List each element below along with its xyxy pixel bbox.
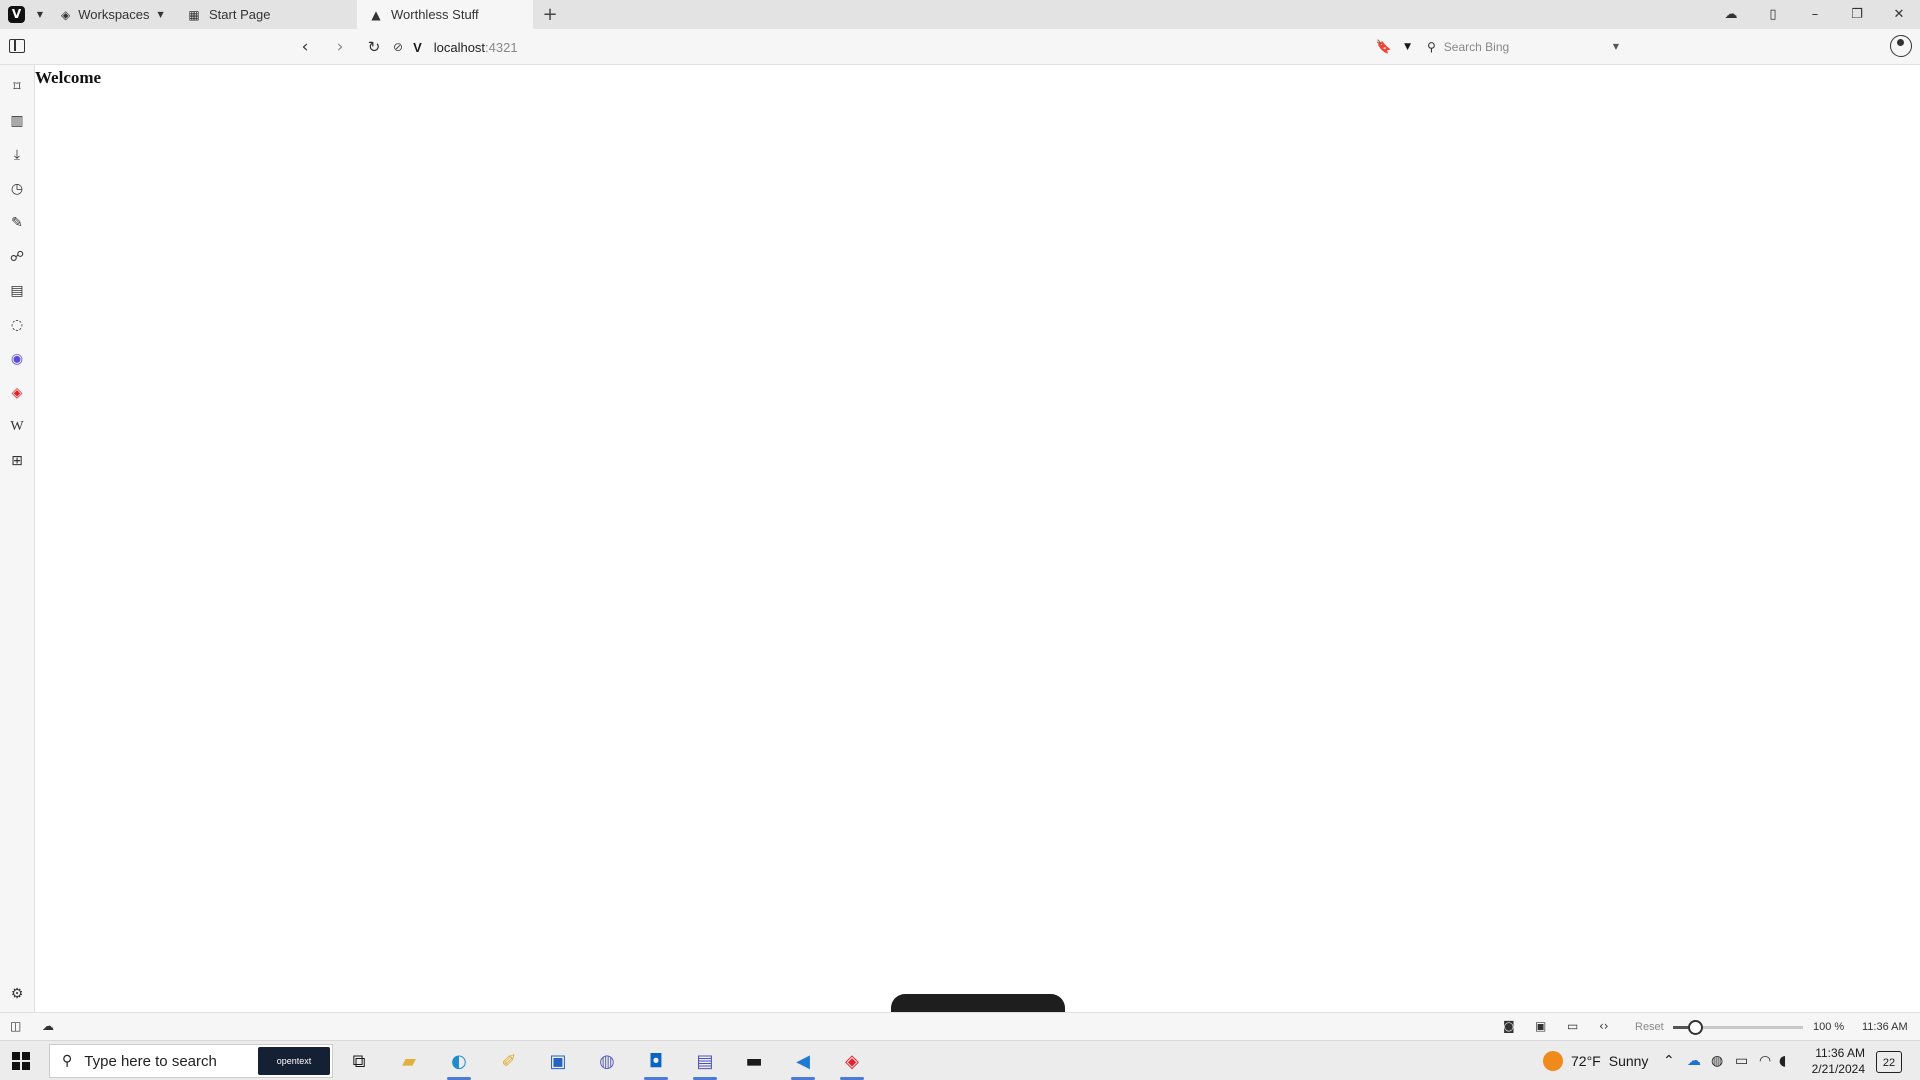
weather-widget[interactable]: 72°F Sunny <box>1543 1051 1648 1071</box>
reload-button[interactable]: ↻ <box>362 35 386 59</box>
cloud-sync-icon[interactable]: ☁ <box>1710 7 1752 22</box>
status-clock: 11:36 AM <box>1862 1021 1908 1033</box>
store-icon[interactable]: ▣ <box>538 1046 578 1076</box>
tab-label: Start Page <box>209 7 271 22</box>
vivaldi-badge-icon: V <box>413 39 422 55</box>
forward-button[interactable]: › <box>328 35 352 59</box>
chat-icon[interactable]: ◌ <box>6 314 28 336</box>
tab-worthless-stuff[interactable]: ▲ Worthless Stuff <box>357 0 533 29</box>
zoom-slider[interactable] <box>1673 1020 1803 1035</box>
floating-toolbar[interactable] <box>891 994 1065 1014</box>
taskbar-search-placeholder: Type here to search <box>84 1052 217 1070</box>
tab-start-page[interactable]: ▦ Start Page <box>175 0 351 29</box>
panel-toggle-icon[interactable] <box>9 39 25 53</box>
status-bar: ◫ ☁ ◙ ▣ ▭ ‹› Reset 100 % 11:36 AM <box>0 1012 1920 1040</box>
code-icon[interactable]: ‹› <box>1599 1019 1609 1033</box>
tab-strip: V ▼ ◈ Workspaces ▼ ▦ Start Page ▲ Worthl… <box>0 0 1920 29</box>
reading-list-icon[interactable]: ▥ <box>6 110 28 132</box>
trash-icon[interactable]: ▯ <box>1752 7 1794 22</box>
settings-gear-icon[interactable]: ⚙ <box>6 983 28 1005</box>
url-host: localhost <box>433 39 486 55</box>
chevron-down-icon: ▼ <box>157 10 164 19</box>
site-security-icon[interactable]: ⊘ <box>393 40 403 54</box>
notification-center-icon[interactable]: 22 <box>1876 1051 1902 1073</box>
history-icon[interactable]: ◷ <box>6 178 28 200</box>
network-globe-icon[interactable]: ◍ <box>1711 1053 1723 1069</box>
rocket-icon: ▲ <box>371 7 381 22</box>
sun-icon <box>1543 1051 1563 1071</box>
weather-desc: Sunny <box>1608 1053 1649 1069</box>
layers-icon: ◈ <box>61 7 71 22</box>
wifi-icon[interactable]: ◠ <box>1759 1053 1771 1069</box>
calendar-icon[interactable]: ▤ <box>6 280 28 302</box>
profile-avatar-icon[interactable] <box>1890 35 1912 57</box>
search-highlight-badge[interactable]: opentext <box>258 1047 330 1075</box>
address-toolbar: ‹ › ↻ ⊘ V localhost :4321 🔖 ▼ ⚲ Search B… <box>0 29 1920 65</box>
wikipedia-icon[interactable]: W <box>6 416 28 438</box>
terminal-icon[interactable]: ▬ <box>734 1046 774 1076</box>
vivaldi-icon[interactable]: ◈ <box>832 1046 872 1080</box>
outlook-icon[interactable]: ◘ <box>636 1046 676 1080</box>
clock-date: 2/21/2024 <box>1811 1062 1865 1076</box>
vivaldi-logo-icon: V <box>8 6 25 23</box>
downloads-icon[interactable]: ⤓ <box>6 144 28 166</box>
bookmark-icon[interactable]: 🔖 <box>1376 40 1392 55</box>
file-explorer-icon[interactable]: ▰ <box>389 1046 429 1076</box>
battery-icon[interactable]: ▭ <box>1735 1053 1748 1069</box>
zoom-slider-thumb[interactable] <box>1688 1020 1704 1035</box>
tile-icon[interactable]: ▭ <box>1567 1019 1578 1033</box>
vivaldi-web-panel-icon[interactable]: ◈ <box>6 382 28 404</box>
grid-icon: ▦ <box>188 7 200 22</box>
sticky-app-icon[interactable]: ✐ <box>489 1046 529 1076</box>
tray-expand-icon[interactable]: ⌃ <box>1663 1053 1675 1069</box>
clock-time: 11:36 AM <box>1815 1046 1865 1060</box>
image-icon[interactable]: ▣ <box>1535 1019 1546 1033</box>
panel-toggle-icon[interactable]: ◫ <box>10 1019 21 1033</box>
teams-icon[interactable]: ◍ <box>587 1046 627 1076</box>
edge-icon[interactable]: ◐ <box>439 1046 479 1080</box>
side-panel: ⌑ ▥ ⤓ ◷ ✎ ☍ ▤ ◌ ◉ ◈ W ⊞ ⚙ <box>0 65 35 1012</box>
chevron-down-icon[interactable]: ▼ <box>1613 42 1619 51</box>
minimize-button[interactable]: – <box>1794 7 1836 22</box>
mastodon-icon[interactable]: ◉ <box>6 348 28 370</box>
camera-icon[interactable]: ◙ <box>1503 1019 1515 1033</box>
onedrive-icon[interactable]: ☁ <box>1687 1053 1701 1069</box>
workspaces-button[interactable]: ◈ Workspaces ▼ <box>47 0 175 29</box>
window-controls: ☁ ▯ – ❐ ✕ <box>1710 0 1920 29</box>
restore-button[interactable]: ❐ <box>1836 7 1878 22</box>
workspaces-label: Workspaces <box>78 7 150 22</box>
windows-start-icon[interactable] <box>12 1052 30 1070</box>
search-icon: ⚲ <box>62 1053 73 1069</box>
search-icon: ⚲ <box>1427 39 1436 54</box>
search-field[interactable]: ⚲ Search Bing ▼ <box>1419 34 1627 59</box>
system-clock[interactable]: 11:36 AM 2/21/2024 <box>1797 1045 1865 1077</box>
tab-label: Worthless Stuff <box>391 7 479 22</box>
address-field[interactable]: ⊘ V localhost :4321 🔖 ▼ <box>393 29 1411 65</box>
add-web-panel-icon[interactable]: ⊞ <box>6 450 28 472</box>
chevron-down-icon[interactable]: ▼ <box>33 0 47 29</box>
cloud-icon[interactable]: ☁ <box>42 1019 54 1033</box>
browser-window: V ▼ ◈ Workspaces ▼ ▦ Start Page ▲ Worthl… <box>0 0 1920 1080</box>
zoom-level: 100 % <box>1813 1021 1845 1033</box>
taskbar-search-input[interactable]: ⚲ Type here to search opentext <box>49 1044 333 1078</box>
page-heading: Welcome <box>35 68 102 87</box>
search-placeholder: Search Bing <box>1443 39 1510 54</box>
translate-icon[interactable]: ☍ <box>6 246 28 268</box>
web-content: Welcome <box>35 65 1920 1014</box>
volume-icon[interactable]: ◖ <box>1779 1053 1786 1069</box>
url-port: :4321 <box>485 39 518 55</box>
windows-taskbar: ⚲ Type here to search opentext ⧉ ▰ ◐ ✐ ▣… <box>0 1040 1920 1080</box>
vivaldi-menu-button[interactable]: V <box>0 0 33 29</box>
new-tab-button[interactable]: + <box>533 0 567 29</box>
bookmarks-panel-icon[interactable]: ⌑ <box>6 76 28 98</box>
close-button[interactable]: ✕ <box>1878 7 1920 22</box>
vscode-icon[interactable]: ◀ <box>783 1046 823 1080</box>
task-view-icon[interactable]: ⧉ <box>339 1046 379 1076</box>
chevron-down-icon[interactable]: ▼ <box>1404 42 1411 52</box>
teams-new-icon[interactable]: ▤ <box>685 1046 725 1080</box>
weather-temp: 72°F <box>1571 1053 1601 1069</box>
zoom-reset-button[interactable]: Reset <box>1635 1021 1664 1033</box>
notes-icon[interactable]: ✎ <box>6 212 28 234</box>
back-button[interactable]: ‹ <box>293 35 317 59</box>
